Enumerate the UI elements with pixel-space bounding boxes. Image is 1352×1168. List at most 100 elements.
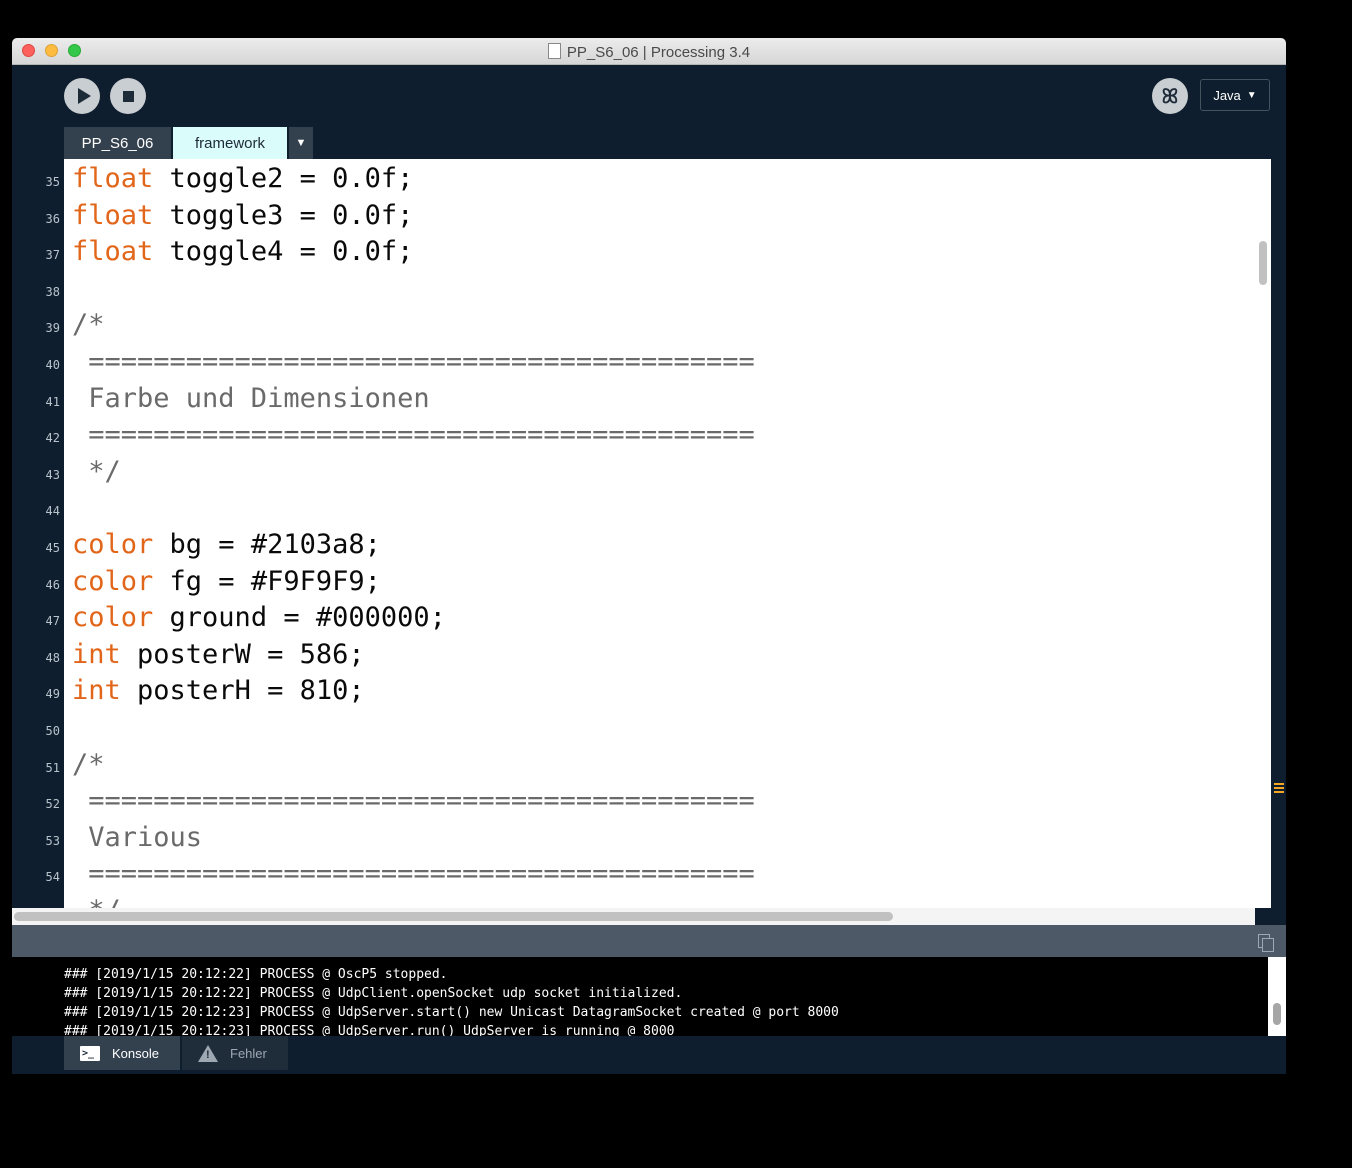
editor-horizontal-scrollbar[interactable] <box>12 908 1255 925</box>
debugger-button[interactable]: ꕤ <box>1152 78 1188 114</box>
keyword-token: float <box>72 163 154 194</box>
keyword-token: color <box>72 529 154 560</box>
chevron-down-icon: ▼ <box>295 137 307 149</box>
code-token: toggle2 = 0.0f; <box>153 163 414 194</box>
comment-token: */ <box>72 455 121 487</box>
scrollbar-thumb[interactable] <box>1273 1003 1281 1025</box>
toolbar: ꕤ Java ▼ <box>12 65 1286 127</box>
comment-token: Various <box>72 821 203 853</box>
line-number: 38 <box>45 284 60 299</box>
keyword-token: float <box>72 199 154 231</box>
code-line[interactable]: ========================================… <box>72 344 755 380</box>
line-number: 49 <box>45 687 60 702</box>
tab-menu-button[interactable]: ▼ <box>289 127 313 159</box>
code-token: bg = #2103a8; <box>153 529 381 560</box>
document-icon <box>547 43 561 59</box>
line-number: 36 <box>45 211 60 226</box>
mode-selector[interactable]: Java ▼ <box>1200 79 1270 111</box>
code-token: toggle4 = 0.0f; <box>153 236 414 268</box>
window-title-wrap: PP_S6_06 | Processing 3.4 <box>12 43 1286 61</box>
console-scrollbar[interactable] <box>1268 957 1286 1036</box>
comment-token: ========================================… <box>72 785 755 817</box>
code-line[interactable]: ========================================… <box>72 856 755 892</box>
code-token: ground = #000000; <box>153 602 446 634</box>
error-marker-column <box>1271 159 1286 925</box>
title-bar[interactable]: PP_S6_06 | Processing 3.4 <box>12 38 1286 65</box>
comment-token: */ <box>72 895 121 908</box>
code-line[interactable]: int posterH = 810; <box>72 673 365 709</box>
console-output[interactable]: ### [2019/1/15 20:12:22] PROCESS @ OscP5… <box>12 957 1268 1036</box>
code-line[interactable]: float toggle2 = 0.0f; <box>72 161 413 197</box>
tab-console[interactable]: >_ Konsole <box>64 1036 180 1070</box>
line-number: 45 <box>45 541 60 555</box>
line-number: 43 <box>45 467 60 482</box>
keyword-token: int <box>72 675 121 707</box>
tab-framework[interactable]: framework <box>173 127 287 159</box>
line-number: 51 <box>45 760 60 775</box>
tab-errors[interactable]: ! Fehler <box>182 1036 288 1070</box>
code-line[interactable]: */ <box>72 893 121 908</box>
comment-token: ========================================… <box>72 346 755 377</box>
code-line[interactable]: /* <box>72 747 105 783</box>
tab-console-label: Konsole <box>112 1045 159 1061</box>
keyword-token: int <box>72 638 121 670</box>
comment-token: Farbe und Dimensionen <box>72 382 430 414</box>
tab-label: framework <box>194 134 265 152</box>
code-line[interactable]: float toggle3 = 0.0f; <box>72 198 413 234</box>
terminal-icon: >_ <box>80 1045 100 1061</box>
code-line[interactable]: ========================================… <box>72 417 755 453</box>
line-number: 44 <box>45 504 60 519</box>
code-token: posterW = 586; <box>120 638 365 670</box>
console-line: ### [2019/1/15 20:12:23] PROCESS @ UdpSe… <box>64 1005 839 1020</box>
code-line[interactable]: /* <box>72 307 105 343</box>
run-button[interactable] <box>64 78 100 114</box>
processing-window: PP_S6_06 | Processing 3.4 ꕤ Java ▼ PP_S6… <box>12 38 1286 1074</box>
code-token: toggle3 = 0.0f; <box>153 199 414 231</box>
line-number: 46 <box>45 577 60 592</box>
code-line[interactable]: color fg = #F9F9F9; <box>72 564 381 600</box>
console-line: ### [2019/1/15 20:12:23] PROCESS @ UdpSe… <box>64 1024 675 1036</box>
warning-icon: ! <box>198 1044 218 1062</box>
copy-icon[interactable] <box>1258 934 1274 952</box>
bottom-tabs: >_ Konsole ! Fehler <box>12 1036 1286 1074</box>
code-line[interactable]: */ <box>72 454 121 490</box>
code-line[interactable]: float toggle4 = 0.0f; <box>72 234 413 270</box>
keyword-token: color <box>72 602 154 634</box>
scrollbar-thumb[interactable] <box>1259 241 1267 285</box>
line-number: 35 <box>45 175 60 189</box>
code-line[interactable]: Various <box>72 820 202 856</box>
stop-icon <box>122 90 134 102</box>
line-number: 40 <box>45 358 60 372</box>
comment-token: ========================================… <box>72 419 755 451</box>
code-line[interactable]: int posterW = 586; <box>72 637 365 673</box>
keyword-token: float <box>72 236 154 268</box>
warning-marker-icon[interactable] <box>1274 783 1284 795</box>
console-line: ### [2019/1/15 20:12:22] PROCESS @ OscP5… <box>64 967 448 982</box>
code-editor[interactable]: float toggle2 = 0.0f; float toggle3 = 0.0… <box>64 159 1255 908</box>
play-icon <box>77 88 91 104</box>
scrollbar-thumb[interactable] <box>14 912 893 921</box>
stop-button[interactable] <box>110 78 146 114</box>
line-number: 50 <box>45 724 60 738</box>
comment-token: ========================================… <box>72 858 755 890</box>
tab-pp-s6-06[interactable]: PP_S6_06 <box>64 127 171 159</box>
debugger-icon: ꕤ <box>1161 84 1179 108</box>
line-number: 54 <box>45 870 60 885</box>
code-line[interactable]: color bg = #2103a8; <box>72 527 381 563</box>
code-line[interactable]: color ground = #000000; <box>72 600 446 636</box>
editor-vertical-scrollbar[interactable] <box>1255 159 1271 908</box>
code-line[interactable]: Farbe und Dimensionen <box>72 381 430 417</box>
line-number-gutter: 35 36 37 38 39 40 41 42 43 44 45 46 47 48 49 50 51 52 53 54 <box>12 159 64 908</box>
console-line: ### [2019/1/15 20:12:22] PROCESS @ UdpCl… <box>64 986 683 1001</box>
line-number: 48 <box>45 650 60 665</box>
code-line[interactable]: ========================================… <box>72 783 755 819</box>
line-number: 39 <box>45 321 60 336</box>
line-number: 41 <box>45 394 60 409</box>
tab-label: PP_S6_06 <box>81 134 154 152</box>
comment-token: /* <box>72 309 105 341</box>
editor-tabs: PP_S6_06 framework ▼ <box>64 127 313 159</box>
mode-label: Java <box>1213 87 1241 103</box>
code-token: fg = #F9F9F9; <box>153 565 381 597</box>
line-number: 47 <box>45 614 60 629</box>
line-number: 52 <box>45 797 60 812</box>
